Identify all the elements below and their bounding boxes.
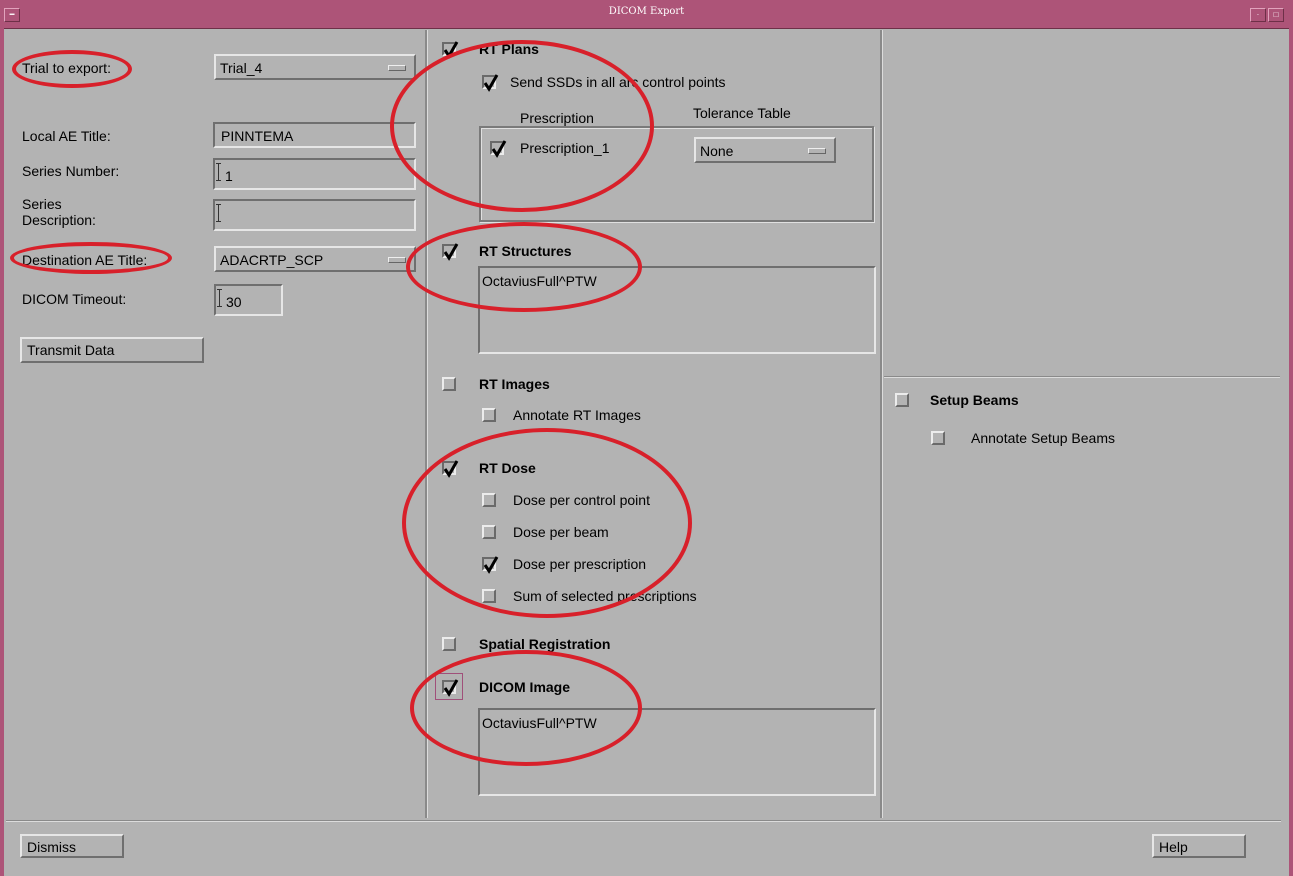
checkmark-icon xyxy=(483,556,499,574)
rt-images-checkbox[interactable] xyxy=(442,377,456,391)
rt-plans-label: RT Plans xyxy=(479,41,539,57)
dicom-image-checkbox[interactable] xyxy=(442,679,459,697)
checkmark-icon xyxy=(483,74,499,92)
rt-structures-label: RT Structures xyxy=(479,243,572,259)
checkmark-icon xyxy=(491,140,507,158)
option-menu-indicator-icon xyxy=(388,65,406,71)
series-description-label-line2: Description: xyxy=(22,212,96,228)
tolerance-option-menu[interactable]: None xyxy=(694,137,836,163)
text-cursor-icon xyxy=(216,163,221,181)
trial-to-export-label: Trial to export: xyxy=(22,60,111,76)
rt-dose-checkbox[interactable] xyxy=(442,460,459,478)
local-ae-title-field: PINNTEMA xyxy=(213,122,416,148)
right-panel-separator xyxy=(884,376,1280,378)
footer-separator xyxy=(6,820,1281,822)
dismiss-label: Dismiss xyxy=(27,839,76,855)
checkmark-icon xyxy=(443,41,459,59)
send-ssds-checkbox[interactable] xyxy=(482,74,499,92)
trial-option-value: Trial_4 xyxy=(220,60,263,76)
series-description-label: Series Description: xyxy=(22,196,96,228)
annotate-setup-beams-label: Annotate Setup Beams xyxy=(971,430,1115,446)
dose-per-control-point-checkbox[interactable] xyxy=(482,493,496,507)
sum-of-selected-prescriptions-checkbox[interactable] xyxy=(482,589,496,603)
minimize-button[interactable]: · xyxy=(1250,8,1266,22)
title-bar: ━ DICOM Export · □ xyxy=(0,0,1293,29)
local-ae-title-label: Local AE Title: xyxy=(22,128,111,144)
text-cursor-icon xyxy=(216,204,221,222)
local-ae-title-value: PINNTEMA xyxy=(221,128,294,144)
dicom-timeout-input[interactable]: 30 xyxy=(214,284,283,316)
send-ssds-label: Send SSDs in all arc control points xyxy=(510,74,726,90)
series-number-label: Series Number: xyxy=(22,163,120,179)
dose-per-prescription-label: Dose per prescription xyxy=(513,556,647,572)
window-frame-left xyxy=(0,28,4,876)
window-frame-right xyxy=(1289,28,1293,876)
dicom-image-label: DICOM Image xyxy=(479,679,571,695)
rt-dose-label: RT Dose xyxy=(479,460,536,476)
rt-images-label: RT Images xyxy=(479,376,550,392)
series-number-input[interactable]: 1 xyxy=(213,158,416,190)
series-description-input[interactable] xyxy=(213,199,416,231)
right-panel-divider xyxy=(880,30,883,818)
option-menu-indicator-icon xyxy=(808,148,826,154)
spatial-registration-label: Spatial Registration xyxy=(479,636,611,652)
annotate-setup-beams-checkbox[interactable] xyxy=(931,431,945,445)
prescription-header: Prescription xyxy=(520,110,594,126)
sum-of-selected-prescriptions-label: Sum of selected prescriptions xyxy=(513,588,697,604)
rt-structures-list[interactable]: OctaviusFull^PTW xyxy=(478,266,876,354)
annotate-rt-images-checkbox[interactable] xyxy=(482,408,496,422)
left-panel-divider xyxy=(425,30,428,818)
list-item[interactable]: OctaviusFull^PTW xyxy=(482,715,597,731)
option-menu-indicator-icon xyxy=(388,257,406,263)
destination-ae-title-label: Destination AE Title: xyxy=(22,252,148,268)
prescription-name: Prescription_1 xyxy=(520,140,610,156)
list-item[interactable]: OctaviusFull^PTW xyxy=(482,273,597,289)
annotate-rt-images-label: Annotate RT Images xyxy=(513,407,641,423)
transmit-data-button[interactable]: Transmit Data xyxy=(20,337,204,363)
dismiss-button[interactable]: Dismiss xyxy=(20,834,124,858)
checkmark-icon xyxy=(443,460,459,478)
dose-per-prescription-checkbox[interactable] xyxy=(482,556,499,574)
checkmark-icon xyxy=(443,243,459,261)
maximize-button[interactable]: □ xyxy=(1268,8,1284,22)
dose-per-beam-checkbox[interactable] xyxy=(482,525,496,539)
spatial-registration-checkbox[interactable] xyxy=(442,637,456,651)
destination-ae-value: ADACRTP_SCP xyxy=(220,252,324,268)
prescription-row-checkbox[interactable] xyxy=(490,140,507,158)
window-title: DICOM Export xyxy=(608,6,685,17)
rt-structures-checkbox[interactable] xyxy=(442,243,459,261)
series-number-value: 1 xyxy=(225,168,233,184)
setup-beams-label: Setup Beams xyxy=(930,392,1019,408)
dose-per-beam-label: Dose per beam xyxy=(513,524,609,540)
dose-per-control-point-label: Dose per control point xyxy=(513,492,650,508)
setup-beams-checkbox[interactable] xyxy=(895,393,909,407)
checkmark-icon xyxy=(443,679,459,697)
trial-option-menu[interactable]: Trial_4 xyxy=(214,54,416,80)
tolerance-value: None xyxy=(700,143,734,159)
dicom-timeout-value: 30 xyxy=(226,294,242,310)
help-button[interactable]: Help xyxy=(1152,834,1246,858)
series-description-label-line1: Series xyxy=(22,196,62,212)
dicom-image-list[interactable]: OctaviusFull^PTW xyxy=(478,708,876,796)
transmit-data-label: Transmit Data xyxy=(27,342,115,358)
text-cursor-icon xyxy=(217,289,222,307)
tolerance-table-header: Tolerance Table xyxy=(693,105,791,121)
help-label: Help xyxy=(1159,839,1188,855)
dicom-timeout-label: DICOM Timeout: xyxy=(22,291,127,307)
destination-ae-option-menu[interactable]: ADACRTP_SCP xyxy=(214,246,416,272)
rt-plans-checkbox[interactable] xyxy=(442,41,459,59)
